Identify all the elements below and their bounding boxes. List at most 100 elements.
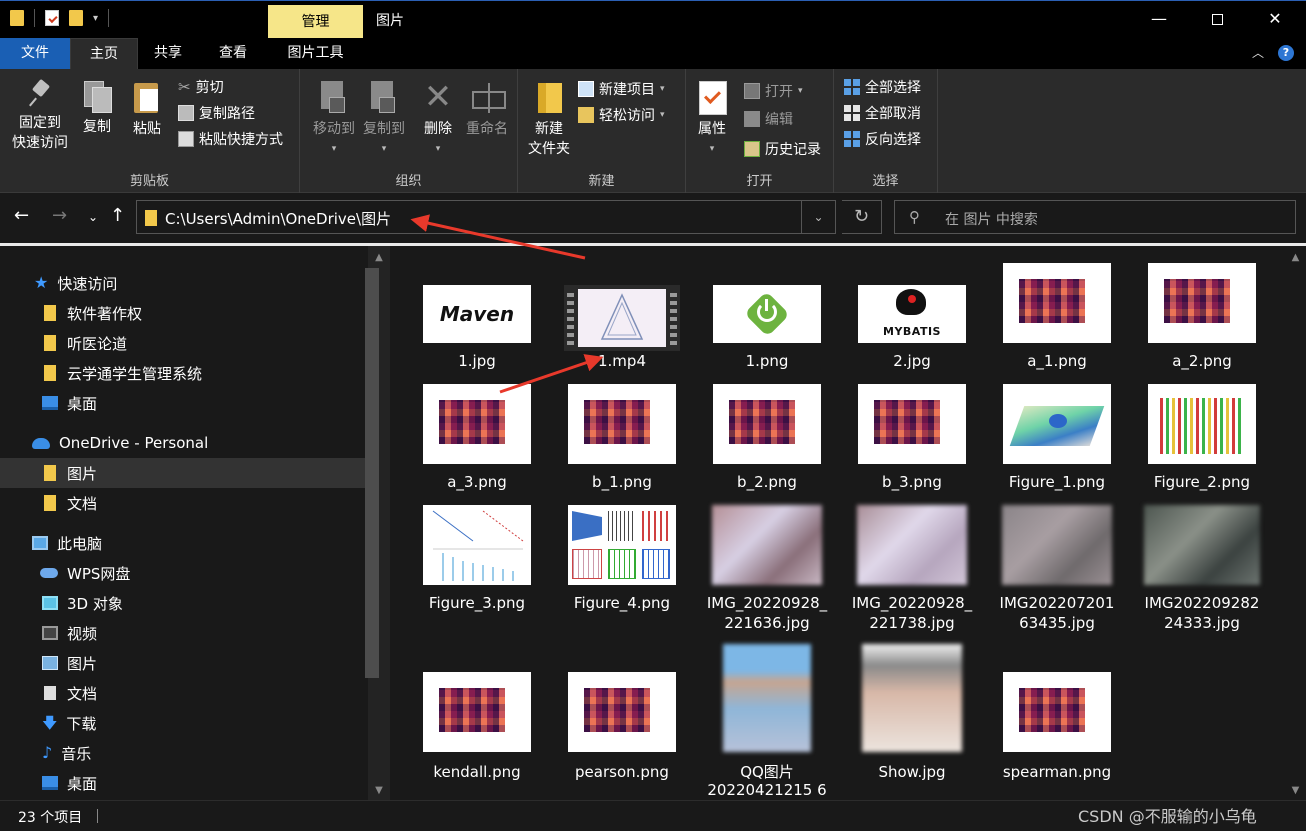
select-none-button[interactable]: 全部取消 bbox=[844, 103, 921, 123]
nav-item-3d-objects[interactable]: 3D 对象 bbox=[0, 588, 368, 618]
maven-logo-text: Maven bbox=[439, 302, 515, 326]
navigation-pane: ★ 快速访问 软件著作权 听医论道 云学通学生管理系统 桌面 OneDrive … bbox=[0, 246, 390, 800]
heatmap-thumbnail bbox=[713, 384, 821, 464]
nav-this-pc[interactable]: 此电脑 bbox=[0, 528, 368, 558]
scroll-down-icon[interactable]: ▼ bbox=[368, 785, 390, 796]
nav-label: 音乐 bbox=[61, 744, 92, 763]
nav-item-wps[interactable]: WPS网盘 bbox=[0, 558, 368, 588]
film-strip-icon bbox=[670, 291, 677, 345]
manage-context-tab[interactable]: 管理 bbox=[268, 5, 363, 39]
tab-view[interactable]: 查看 bbox=[205, 38, 261, 69]
nav-item-software-copyright[interactable]: 软件著作权 bbox=[0, 298, 368, 328]
nav-label: 快速访问 bbox=[57, 274, 118, 293]
search-input[interactable]: ⚲ 在 图片 中搜索 bbox=[894, 200, 1296, 234]
dropdown-arrow-icon: ▾ bbox=[381, 144, 387, 154]
pixelated-photo-thumbnail bbox=[1144, 505, 1260, 585]
mybatis-logo-thumbnail: MYBATIS bbox=[858, 285, 966, 343]
heatmap-thumbnail bbox=[1003, 263, 1111, 343]
properties-icon[interactable] bbox=[45, 10, 59, 26]
heatmap-thumbnail bbox=[1003, 672, 1111, 752]
nav-quick-access[interactable]: ★ 快速访问 bbox=[0, 268, 368, 298]
scroll-down-icon[interactable]: ▼ bbox=[1285, 785, 1306, 796]
copy-to-label: 复制到 bbox=[363, 121, 405, 137]
recent-locations-button[interactable]: ⌄ bbox=[88, 210, 98, 224]
scrollbar-thumb[interactable] bbox=[365, 268, 379, 678]
heatmap-thumbnail bbox=[1148, 263, 1256, 343]
minimize-button[interactable]: — bbox=[1130, 1, 1188, 39]
scroll-up-icon[interactable]: ▲ bbox=[1285, 252, 1306, 263]
mybatis-logo-text: MYBATIS bbox=[883, 325, 941, 338]
nav-scrollbar[interactable]: ▲ ▼ bbox=[365, 246, 390, 800]
edit-button[interactable]: 编辑 bbox=[744, 109, 793, 129]
back-button[interactable]: ← bbox=[14, 205, 29, 226]
tab-home[interactable]: 主页 bbox=[70, 38, 138, 69]
tab-picture-tools[interactable]: 图片工具 bbox=[273, 38, 358, 69]
chevron-down-icon[interactable]: ⌄ bbox=[801, 201, 835, 233]
select-all-button[interactable]: 全部选择 bbox=[844, 77, 921, 97]
content-scrollbar[interactable]: ▲ ▼ bbox=[1285, 246, 1306, 800]
new-folder-label: 新建 bbox=[535, 121, 563, 137]
nav-item-videos[interactable]: 视频 bbox=[0, 618, 368, 648]
new-folder-button[interactable]: 新建 文件夹 bbox=[524, 75, 574, 159]
maximize-button[interactable] bbox=[1188, 1, 1246, 39]
nav-item-downloads[interactable]: 🡇 下载 bbox=[0, 708, 368, 738]
nav-item-music[interactable]: ♪ 音乐 bbox=[0, 738, 368, 768]
invert-selection-button[interactable]: 反向选择 bbox=[844, 129, 921, 149]
nav-item-onedrive-documents[interactable]: 文档 bbox=[0, 488, 368, 518]
new-folder-icon[interactable] bbox=[69, 10, 83, 26]
nav-item-onedrive-pictures[interactable]: 图片 bbox=[0, 458, 368, 488]
nav-item-desktop-pc[interactable]: 桌面 bbox=[0, 768, 368, 798]
easy-access-button[interactable]: 轻松访问 ▾ bbox=[578, 105, 665, 125]
up-button[interactable]: ↑ bbox=[110, 205, 125, 226]
properties-button[interactable]: 属性 ▾ bbox=[692, 75, 732, 159]
collapse-ribbon-icon[interactable]: ︿ bbox=[1252, 44, 1264, 61]
rename-button[interactable]: 重命名 bbox=[462, 75, 512, 139]
tab-file[interactable]: 文件 bbox=[0, 38, 70, 69]
pixelated-portrait-thumbnail bbox=[862, 644, 962, 752]
paste-shortcut-button[interactable]: 粘贴快捷方式 bbox=[178, 129, 283, 149]
cut-button[interactable]: ✂ 剪切 bbox=[178, 77, 224, 97]
customize-toolbar-icon[interactable]: ▾ bbox=[93, 13, 98, 24]
item-count: 23 个项目 bbox=[18, 810, 83, 826]
nav-item-documents[interactable]: 文档 bbox=[0, 678, 368, 708]
history-button[interactable]: 历史记录 bbox=[744, 139, 821, 159]
heatmap-thumbnail bbox=[568, 672, 676, 752]
nav-item-tingyi[interactable]: 听医论道 bbox=[0, 328, 368, 358]
open-button[interactable]: 打开 ▾ bbox=[744, 81, 803, 101]
nav-label: 桌面 bbox=[67, 774, 98, 793]
edit-icon bbox=[744, 111, 760, 127]
copy-path-button[interactable]: 复制路径 bbox=[178, 103, 255, 123]
delete-button[interactable]: ✕ 删除 ▾ bbox=[418, 75, 458, 159]
select-none-label: 全部取消 bbox=[865, 106, 921, 122]
nav-onedrive[interactable]: OneDrive - Personal bbox=[0, 428, 368, 458]
plot-shape bbox=[572, 511, 602, 541]
nav-item-pictures[interactable]: 图片 bbox=[0, 648, 368, 678]
scroll-up-icon[interactable]: ▲ bbox=[368, 252, 390, 263]
heatmap-thumbnail bbox=[423, 672, 531, 752]
dropdown-arrow-icon: ▾ bbox=[435, 144, 441, 154]
copy-to-button[interactable]: 复制到 ▾ bbox=[354, 75, 414, 159]
search-icon: ⚲ bbox=[909, 208, 920, 226]
ribbon: 固定到 快速访问 复制 粘贴 ✂ 剪切 复制路径 粘贴快捷方式 剪贴板 移动到 bbox=[0, 69, 1306, 193]
pin-to-quick-access-button[interactable]: 固定到 快速访问 bbox=[8, 75, 72, 153]
nav-item-student-system[interactable]: 云学通学生管理系统 bbox=[0, 358, 368, 388]
file-grid: Maven 1.jpg 1.mp4 1.png MYBATIS 2.jpg a_… bbox=[390, 246, 1306, 800]
help-icon[interactable]: ? bbox=[1278, 44, 1294, 61]
tab-share[interactable]: 共享 bbox=[140, 38, 196, 69]
nav-item-desktop[interactable]: 桌面 bbox=[0, 388, 368, 418]
maven-logo-thumbnail: Maven bbox=[423, 285, 531, 343]
file-name: IMG_20220928_ bbox=[851, 594, 973, 612]
video-thumbnail bbox=[564, 285, 680, 351]
pin-label: 固定到 bbox=[19, 115, 61, 131]
new-item-button[interactable]: 新建项目 ▾ bbox=[578, 79, 665, 99]
new-folder-label: 文件夹 bbox=[528, 141, 570, 157]
paste-button[interactable]: 粘贴 bbox=[126, 75, 168, 139]
copy-button[interactable]: 复制 bbox=[76, 75, 118, 137]
refresh-button[interactable]: ↻ bbox=[842, 200, 882, 234]
history-label: 历史记录 bbox=[765, 142, 821, 158]
close-button[interactable]: ✕ bbox=[1246, 1, 1304, 39]
file-name: IMG_20220928_ bbox=[706, 594, 828, 612]
address-field[interactable]: C:\Users\Admin\OneDrive\图片 ⌄ bbox=[136, 200, 836, 234]
forward-button[interactable]: → bbox=[52, 205, 67, 226]
folder-icon bbox=[44, 305, 56, 321]
